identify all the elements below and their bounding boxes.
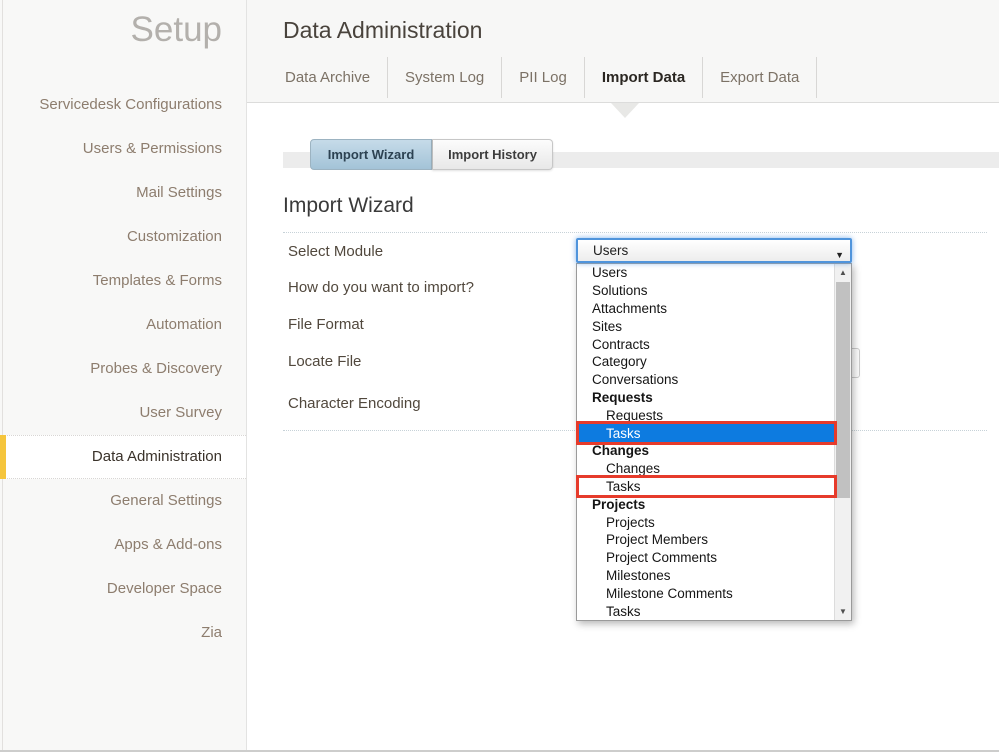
form-label-character-encoding: Character Encoding (288, 395, 421, 412)
option-group-projects: Projects (577, 495, 834, 513)
option-project-members[interactable]: Project Members (577, 531, 834, 549)
sidebar-item-user-survey[interactable]: User Survey (0, 391, 246, 435)
sidebar-item-label: Data Administration (92, 448, 222, 465)
option-group-requests: Requests (577, 389, 834, 407)
sidebar-item-probes-discovery[interactable]: Probes & Discovery (0, 347, 246, 391)
import-wizard-heading: Import Wizard (283, 194, 414, 218)
option-attachments[interactable]: Attachments (577, 300, 834, 318)
sidebar-item-developer-space[interactable]: Developer Space (0, 567, 246, 611)
sidebar-item-automation[interactable]: Automation (0, 303, 246, 347)
tab-pii-log[interactable]: PII Log (502, 57, 585, 98)
option-requests-requests[interactable]: Requests (577, 406, 834, 424)
option-requests-tasks[interactable]: Tasks (577, 424, 834, 442)
select-module-dropdown[interactable]: Users ▼ (576, 238, 852, 263)
option-project-comments[interactable]: Project Comments (577, 549, 834, 567)
select-module-option-list: Users Solutions Attachments Sites Contra… (576, 263, 852, 621)
tab-data-archive[interactable]: Data Archive (283, 57, 388, 98)
sidebar-item-mail-settings[interactable]: Mail Settings (0, 171, 246, 215)
sidebar-item-apps-addons[interactable]: Apps & Add-ons (0, 523, 246, 567)
page-header: Data Administration Data Archive System … (247, 0, 999, 103)
option-milestone-comments[interactable]: Milestone Comments (577, 584, 834, 602)
option-milestones[interactable]: Milestones (577, 567, 834, 585)
dropdown-arrow-icon: ▼ (835, 245, 844, 266)
option-label: Tasks (606, 426, 641, 441)
active-tab-pointer-icon (611, 103, 639, 118)
scrollbar-thumb[interactable] (836, 282, 850, 498)
sidebar-item-customization[interactable]: Customization (0, 215, 246, 259)
option-conversations[interactable]: Conversations (577, 371, 834, 389)
sidebar-item-servicedesk-configurations[interactable]: Servicedesk Configurations (0, 83, 246, 127)
tab-import-wizard[interactable]: Import Wizard (310, 139, 432, 170)
tab-system-log[interactable]: System Log (388, 57, 502, 98)
form-top-divider (283, 232, 987, 233)
setup-title: Setup (0, 0, 246, 50)
option-group-changes: Changes (577, 442, 834, 460)
import-data-panel: Import Wizard Import History Import Wiza… (247, 103, 999, 751)
sidebar-item-zia[interactable]: Zia (0, 611, 246, 655)
form-label-locate-file: Locate File (288, 353, 361, 370)
option-projects-tasks[interactable]: Tasks (577, 602, 834, 620)
page-title: Data Administration (283, 17, 482, 44)
sidebar-item-users-permissions[interactable]: Users & Permissions (0, 127, 246, 171)
option-label: Tasks (606, 479, 641, 494)
option-list-items: Users Solutions Attachments Sites Contra… (577, 264, 834, 620)
option-users[interactable]: Users (577, 264, 834, 282)
option-solutions[interactable]: Solutions (577, 282, 834, 300)
active-item-accent-bar (0, 435, 6, 479)
setup-sidebar: Setup Servicedesk Configurations Users &… (0, 0, 247, 751)
page-bottom-border (0, 750, 999, 752)
option-projects-projects[interactable]: Projects (577, 513, 834, 531)
scrollbar-up-icon[interactable]: ▲ (835, 264, 851, 281)
dropdown-scrollbar[interactable]: ▲ ▼ (834, 264, 851, 620)
option-contracts[interactable]: Contracts (577, 335, 834, 353)
scrollbar-down-icon[interactable]: ▼ (835, 603, 851, 620)
sidebar-item-data-administration[interactable]: Data Administration (0, 435, 246, 479)
form-label-how-import: How do you want to import? (288, 279, 474, 296)
sidebar-item-general-settings[interactable]: General Settings (0, 479, 246, 523)
form-label-select-module: Select Module (288, 243, 383, 260)
header-tab-bar: Data Archive System Log PII Log Import D… (283, 57, 817, 98)
option-sites[interactable]: Sites (577, 317, 834, 335)
select-module-value: Users (593, 243, 628, 258)
sidebar-item-templates-forms[interactable]: Templates & Forms (0, 259, 246, 303)
option-changes-changes[interactable]: Changes (577, 460, 834, 478)
tab-import-history[interactable]: Import History (432, 139, 553, 170)
option-changes-tasks[interactable]: Tasks (577, 478, 834, 496)
tab-export-data[interactable]: Export Data (703, 57, 817, 98)
option-category[interactable]: Category (577, 353, 834, 371)
tab-import-data[interactable]: Import Data (585, 57, 703, 98)
form-label-file-format: File Format (288, 316, 364, 333)
import-toggle-group: Import Wizard Import History (310, 139, 553, 170)
sidebar-nav: Servicedesk Configurations Users & Permi… (0, 83, 246, 655)
